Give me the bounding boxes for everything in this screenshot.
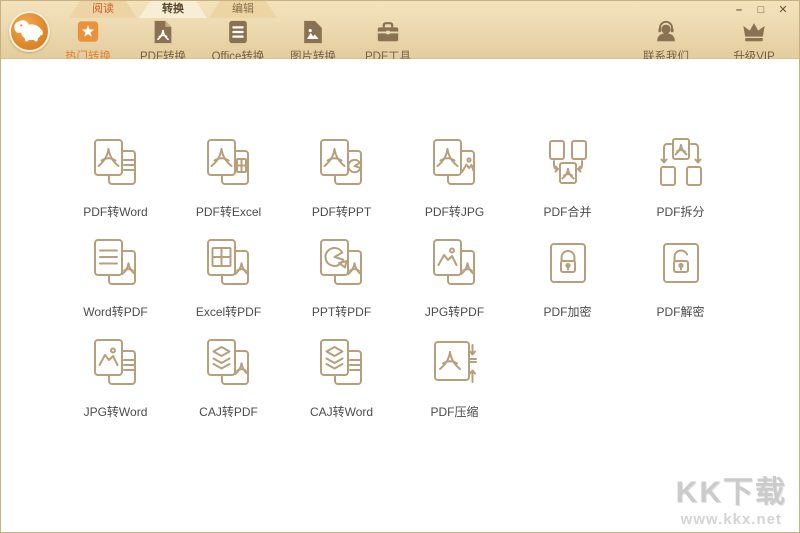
grid-item-pdf-split[interactable]: PDF拆分 (624, 135, 737, 235)
watermark-url: www.kkx.net (676, 511, 787, 528)
word-to-pdf-icon (88, 235, 144, 291)
main-panel: PDF转Word PDF转Excel PDF转PPT PDF转JPG PDF合并 PDF拆… (1, 59, 799, 532)
window-controls: –□ ✕ (731, 3, 791, 17)
grid-item-label: JPG转Word (84, 403, 148, 420)
pdf-to-excel-icon (201, 135, 257, 191)
headset-person-icon (653, 18, 679, 45)
caj-to-word-icon (314, 335, 370, 391)
grid-item-label: PDF转Word (83, 203, 147, 220)
jpg-to-word-icon (88, 335, 144, 391)
close-button[interactable]: ✕ (775, 3, 791, 17)
minimize-button[interactable]: – (731, 3, 747, 17)
pdf-merge-icon (540, 135, 596, 191)
grid-item-pdf-to-ppt[interactable]: PDF转PPT (285, 135, 398, 235)
grid-item-label: PDF解密 (656, 303, 704, 320)
grid-item-pdf-merge[interactable]: PDF合并 (511, 135, 624, 235)
grid-item-ppt-to-pdf[interactable]: PPT转PDF (285, 235, 398, 335)
grid-item-label: CAJ转Word (310, 403, 373, 420)
grid-item-pdf-to-word[interactable]: PDF转Word (59, 135, 172, 235)
toolbar-item-office-convert[interactable]: Office转换 (207, 18, 269, 64)
toolbar-item-contact-us[interactable]: 联系我们 (635, 18, 697, 64)
toolbox-icon (375, 18, 401, 45)
grid-item-label: PDF转JPG (425, 203, 484, 220)
caj-to-pdf-icon (201, 335, 257, 391)
grid-item-jpg-to-word[interactable]: JPG转Word (59, 335, 172, 435)
grid-item-label: Excel转PDF (196, 303, 261, 320)
grid-item-label: Word转PDF (83, 303, 147, 320)
grid-item-caj-to-pdf[interactable]: CAJ转PDF (172, 335, 285, 435)
toolbar-item-pdf-tools[interactable]: PDF工具 (357, 18, 419, 64)
conversion-grid: PDF转Word PDF转Excel PDF转PPT PDF转JPG PDF合并 PDF拆… (59, 135, 737, 435)
grid-item-label: PPT转PDF (312, 303, 371, 320)
grid-item-label: PDF转PPT (312, 203, 371, 220)
jpg-to-pdf-icon (427, 235, 483, 291)
grid-item-pdf-to-excel[interactable]: PDF转Excel (172, 135, 285, 235)
ppt-to-pdf-icon (314, 235, 370, 291)
toolbar-item-pdf-convert[interactable]: PDF转换 (132, 18, 194, 64)
tab-read[interactable]: 阅读 (69, 1, 137, 18)
toolbar-item-image-convert[interactable]: 图片转换 (282, 18, 344, 64)
tab-edit[interactable]: 编辑 (209, 1, 277, 18)
grid-item-excel-to-pdf[interactable]: Excel转PDF (172, 235, 285, 335)
image-document-icon (300, 18, 326, 45)
app-logo (9, 11, 50, 52)
maximize-button[interactable]: □ (753, 3, 769, 17)
hot-star-icon (75, 18, 101, 45)
grid-item-word-to-pdf[interactable]: Word转PDF (59, 235, 172, 335)
grid-item-pdf-to-jpg[interactable]: PDF转JPG (398, 135, 511, 235)
watermark-title: KK下载 (676, 467, 787, 511)
app-header: 阅读转换编辑 热门转换PDF转换Office转换图片转换PDF工具 联系我们升级… (1, 1, 799, 59)
pdf-encrypt-icon (540, 235, 596, 291)
grid-item-caj-to-word[interactable]: CAJ转Word (285, 335, 398, 435)
grid-item-label: PDF加密 (543, 303, 591, 320)
grid-item-label: PDF合并 (543, 203, 591, 220)
tab-convert[interactable]: 转换 (139, 1, 207, 18)
grid-item-pdf-compress[interactable]: PDF压缩 (398, 335, 511, 435)
grid-item-pdf-encrypt[interactable]: PDF加密 (511, 235, 624, 335)
crown-icon (741, 18, 767, 45)
excel-to-pdf-icon (201, 235, 257, 291)
pdf-decrypt-icon (653, 235, 709, 291)
app-window: 阅读转换编辑 热门转换 PDF转换 Office转换图片转换 PDF工具 联系我们升级… (0, 0, 800, 533)
grid-item-label: PDF拆分 (656, 203, 704, 220)
pdf-split-icon (653, 135, 709, 191)
toolbar: 热门转换 PDF转换 Office转换图片转换 PDF工具 (57, 18, 419, 64)
pdf-compress-icon (427, 335, 483, 391)
toolbar-item-upgrade-vip[interactable]: 升级VIP (723, 18, 785, 64)
grid-item-pdf-decrypt[interactable]: PDF解密 (624, 235, 737, 335)
tab-bar: 阅读转换编辑 (69, 1, 277, 18)
grid-item-jpg-to-pdf[interactable]: JPG转PDF (398, 235, 511, 335)
office-document-icon (225, 18, 251, 45)
toolbar-right: 联系我们升级VIP (635, 18, 785, 64)
pdf-document-icon (150, 18, 176, 45)
grid-item-label: JPG转PDF (425, 303, 484, 320)
elephant-mascot-icon (11, 11, 48, 53)
pdf-to-jpg-icon (427, 135, 483, 191)
watermark: KK下载 www.kkx.net (676, 467, 787, 528)
grid-item-label: PDF压缩 (430, 403, 478, 420)
toolbar-item-hot-convert[interactable]: 热门转换 (57, 18, 119, 64)
pdf-to-word-icon (88, 135, 144, 191)
grid-item-label: PDF转Excel (196, 203, 261, 220)
grid-item-label: CAJ转PDF (199, 403, 258, 420)
pdf-to-ppt-icon (314, 135, 370, 191)
